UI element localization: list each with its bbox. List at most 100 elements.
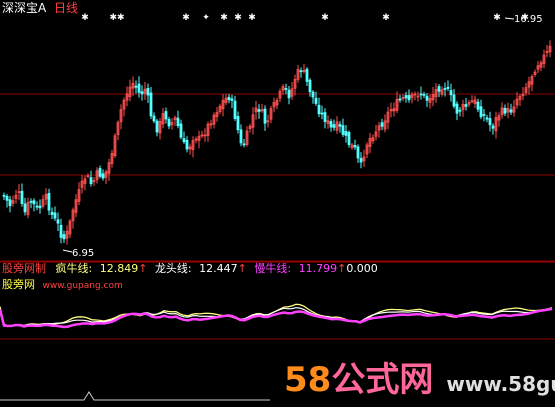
indicator-name[interactable]: 股旁网制 — [2, 262, 46, 275]
signal-markers: ✱ ✱✱ ✱ ✦ ✱ ✱ ✱ ✱ ✱ ✱ ✱ — [81, 13, 529, 23]
candle-body — [185, 139, 189, 150]
candle-body — [5, 195, 9, 201]
signal-marker: ✱ — [493, 13, 501, 23]
candle-body — [344, 131, 348, 136]
candle-body — [8, 199, 12, 207]
signal-marker: ✱ — [382, 13, 390, 23]
low-price-label: 6.95 — [72, 248, 94, 259]
signal-marker: ✱ — [220, 13, 228, 23]
signal-marker: ✱ — [182, 13, 190, 23]
stock-chart-window[interactable]: ✱ ✱✱ ✱ ✦ ✱ ✱ ✱ ✱ ✱ ✱ ✱ 6.95 16.95 深深宝A 日线 股旁网制 疯牛线… — [0, 0, 555, 407]
longtou-value: 12.447 — [199, 262, 238, 275]
candle-body — [227, 96, 231, 101]
kline-chart[interactable]: ✱ ✱✱ ✱ ✦ ✱ ✱ ✱ ✱ ✱ ✱ ✱ 6.95 16.95 — [0, 0, 555, 407]
candle-body — [137, 83, 141, 93]
candle-body — [155, 120, 159, 133]
indicator-legend: 股旁网制 疯牛线: 12.849↑ 龙头线: 12.447↑ 慢牛线: 11.7… — [2, 262, 378, 275]
candle-body — [242, 143, 246, 146]
fengniu-label: 疯牛线: — [55, 262, 93, 275]
manniu-arrow: ↑ — [337, 262, 347, 275]
candle-body — [338, 124, 342, 127]
candle-body — [35, 205, 39, 208]
longtou-label: 龙头线: — [154, 262, 192, 275]
candle-body — [32, 200, 36, 205]
candle-body — [308, 79, 312, 93]
watermark: 58公式网 www.58gu.com — [284, 352, 555, 401]
candle-body — [149, 92, 153, 117]
candle-body — [329, 121, 333, 128]
candle-body — [20, 190, 24, 205]
zero-line — [0, 391, 270, 401]
candle-body — [140, 91, 144, 95]
candle-body — [59, 224, 63, 238]
candle-body — [407, 95, 411, 101]
candle-body — [89, 177, 93, 185]
candle-body — [176, 117, 180, 127]
candle-body — [317, 104, 321, 115]
watermark-number-text: 58 — [284, 360, 332, 400]
candle-body — [485, 117, 489, 120]
candle-body — [452, 94, 456, 107]
candle-body — [398, 98, 402, 101]
candle-body — [182, 138, 186, 143]
candle-body — [62, 234, 66, 240]
candle-body — [257, 109, 261, 112]
candle-body — [449, 90, 453, 96]
candle-body — [98, 168, 102, 177]
longtou-arrow: ↑ — [237, 262, 247, 275]
candle-body — [146, 87, 150, 96]
signal-marker: ✱ — [248, 13, 256, 23]
candle-body — [509, 109, 513, 113]
candle-body — [38, 205, 42, 209]
candle-body — [53, 212, 57, 219]
candle-body — [425, 95, 429, 101]
stock-name[interactable]: 深深宝A — [2, 1, 46, 15]
manniu-value: 11.799 — [298, 262, 338, 275]
candle-body — [488, 118, 492, 126]
candle-body — [101, 173, 105, 179]
candle-body — [341, 125, 345, 135]
period-label[interactable]: 日线 — [54, 1, 78, 15]
candle-body — [347, 132, 351, 145]
high-price-label: 16.95 — [514, 14, 543, 25]
candle-body — [134, 85, 138, 88]
chart-header: 深深宝A 日线 — [2, 1, 78, 15]
fengniu-arrow: ↑ — [138, 262, 148, 275]
candle-body — [332, 124, 336, 128]
candle-body — [323, 112, 327, 123]
signal-marker: ✱ — [321, 13, 329, 23]
candle-body — [311, 91, 315, 98]
watermark-url: www.58gu.com — [446, 372, 555, 396]
candlestick-series — [2, 17, 552, 253]
candle-body — [482, 114, 486, 116]
candle-body — [422, 93, 426, 96]
extra-value: 0.000 — [346, 262, 378, 275]
candle-body — [299, 70, 303, 73]
candle-body — [284, 88, 288, 90]
watermark-number: 58 — [284, 360, 331, 400]
candle-body — [47, 192, 51, 211]
signal-marker: ✱ — [234, 13, 242, 23]
candle-body — [263, 108, 267, 124]
manniu-label: 慢牛线: — [254, 262, 292, 275]
candle-body — [380, 122, 384, 127]
candle-body — [446, 86, 450, 89]
candle-body — [23, 203, 27, 213]
candle-body — [233, 100, 237, 119]
candle-body — [167, 118, 171, 127]
signal-marker: ✱✱ — [109, 13, 124, 23]
candle-body — [353, 145, 357, 148]
candle-body — [179, 123, 183, 138]
signal-marker: ✦ — [202, 13, 210, 23]
candle-body — [29, 200, 33, 203]
candle-body — [503, 107, 507, 114]
candle-body — [164, 111, 168, 120]
candle-body — [236, 116, 240, 131]
site-url[interactable]: www.gupang.com — [43, 281, 123, 291]
candle-body — [320, 112, 324, 115]
candle-body — [50, 211, 54, 215]
candle-body — [287, 89, 291, 99]
site-name: 股旁网 — [2, 278, 35, 291]
candle-body — [419, 93, 423, 96]
candle-body — [458, 109, 462, 112]
